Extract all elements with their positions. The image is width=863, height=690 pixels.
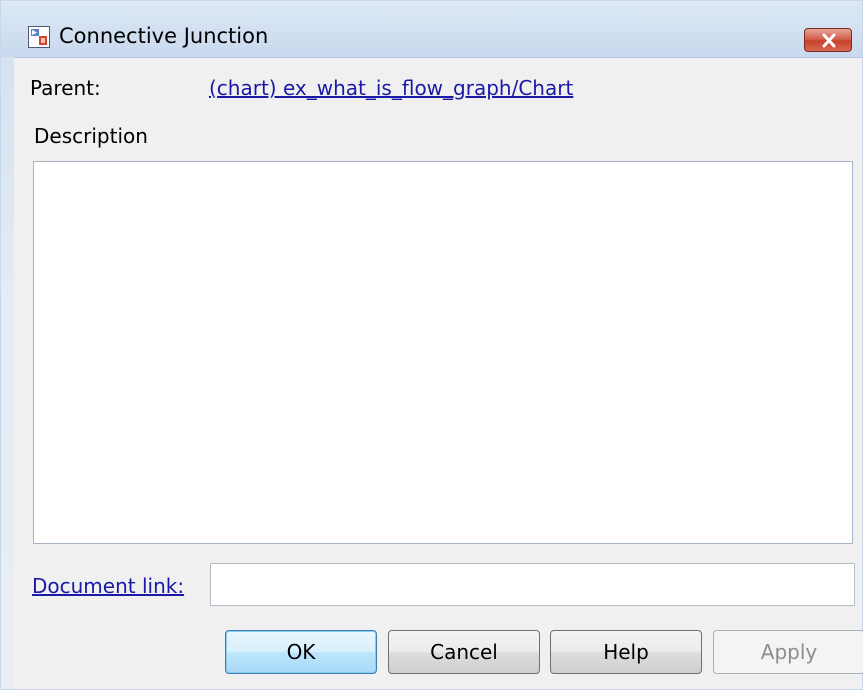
window-title: Connective Junction — [59, 24, 269, 48]
ok-button[interactable]: OK — [225, 630, 377, 674]
description-textarea[interactable] — [33, 161, 853, 544]
document-link-field[interactable] — [210, 563, 855, 606]
close-button[interactable] — [804, 28, 852, 52]
document-link-label[interactable]: Document link: — [32, 574, 184, 598]
help-button[interactable]: Help — [550, 630, 702, 674]
window-edge — [1, 57, 14, 689]
close-icon — [822, 33, 836, 48]
stateflow-app-icon — [28, 26, 50, 48]
parent-link[interactable]: (chart) ex_what_is_flow_graph/Chart — [209, 76, 573, 100]
parent-label: Parent: — [30, 76, 101, 100]
apply-button[interactable]: Apply — [713, 630, 863, 674]
dialog-window: Connective Junction Parent: (chart) ex_w… — [0, 0, 863, 690]
cancel-button[interactable]: Cancel — [388, 630, 540, 674]
description-label: Description — [34, 124, 148, 148]
title-bar[interactable]: Connective Junction — [1, 1, 862, 58]
